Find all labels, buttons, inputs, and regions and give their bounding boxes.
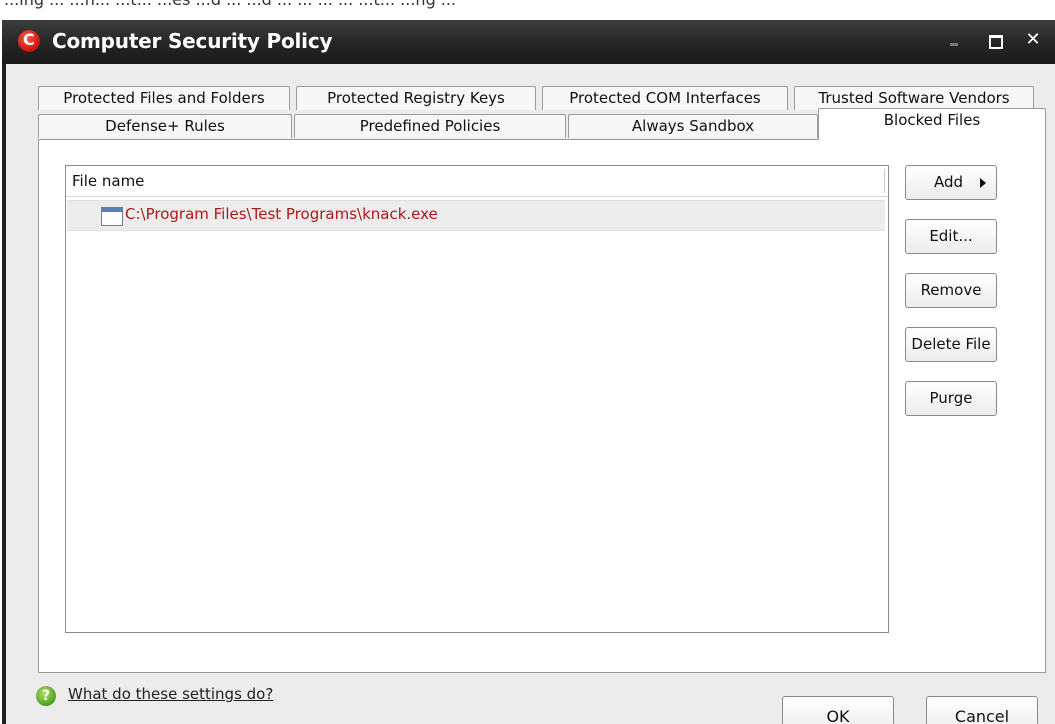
help-icon[interactable]: ? (36, 686, 56, 706)
submenu-arrow-icon (980, 178, 986, 188)
close-icon[interactable]: ✕ (1020, 28, 1046, 54)
blocked-files-list[interactable]: File name C:\Program Files\Test Programs… (65, 165, 889, 633)
purge-button[interactable]: Purge (905, 381, 997, 416)
edit-button[interactable]: Edit... (905, 219, 997, 254)
list-header[interactable]: File name (66, 166, 888, 197)
delete-file-button[interactable]: Delete File (905, 327, 997, 362)
window-title: Computer Security Policy (52, 29, 333, 53)
blocked-files-panel: File name C:\Program Files\Test Programs… (38, 139, 1046, 673)
add-button-label: Add (934, 173, 964, 191)
add-button[interactable]: Add (905, 165, 997, 200)
tab-blocked-files[interactable]: Blocked Files (818, 108, 1046, 140)
tab-always-sandbox[interactable]: Always Sandbox (568, 114, 818, 138)
list-item[interactable]: C:\Program Files\Test Programs\knack.exe (67, 200, 885, 231)
column-separator[interactable] (884, 169, 886, 193)
help-link[interactable]: What do these settings do? (68, 685, 273, 703)
cancel-button[interactable]: Cancel (926, 696, 1038, 724)
title-bar[interactable]: Computer Security Policy ✕ (2, 20, 1055, 64)
tab-trusted-software-vendors[interactable]: Trusted Software Vendors (794, 86, 1034, 110)
security-policy-window: Computer Security Policy ✕ Protected Fil… (2, 20, 1055, 724)
tab-defense-rules[interactable]: Defense+ Rules (38, 114, 292, 138)
comodo-logo-icon (18, 30, 40, 52)
minimize-icon[interactable] (942, 28, 968, 54)
column-header-file-name[interactable]: File name (72, 172, 144, 190)
maximize-icon[interactable] (982, 28, 1008, 54)
tab-protected-files-folders[interactable]: Protected Files and Folders (38, 86, 290, 110)
tab-predefined-policies[interactable]: Predefined Policies (294, 114, 566, 138)
background-caption: ...ing ... ...n... ...t... ...es ...d ..… (4, 0, 456, 9)
tab-protected-com-interfaces[interactable]: Protected COM Interfaces (542, 86, 788, 110)
blocked-file-path: C:\Program Files\Test Programs\knack.exe (125, 205, 438, 223)
application-window-icon (101, 207, 123, 226)
ok-button[interactable]: OK (782, 696, 894, 724)
tab-protected-registry-keys[interactable]: Protected Registry Keys (296, 86, 536, 110)
background-document-strip: ...ing ... ...n... ...t... ...es ...d ..… (0, 0, 1055, 20)
remove-button[interactable]: Remove (905, 273, 997, 308)
